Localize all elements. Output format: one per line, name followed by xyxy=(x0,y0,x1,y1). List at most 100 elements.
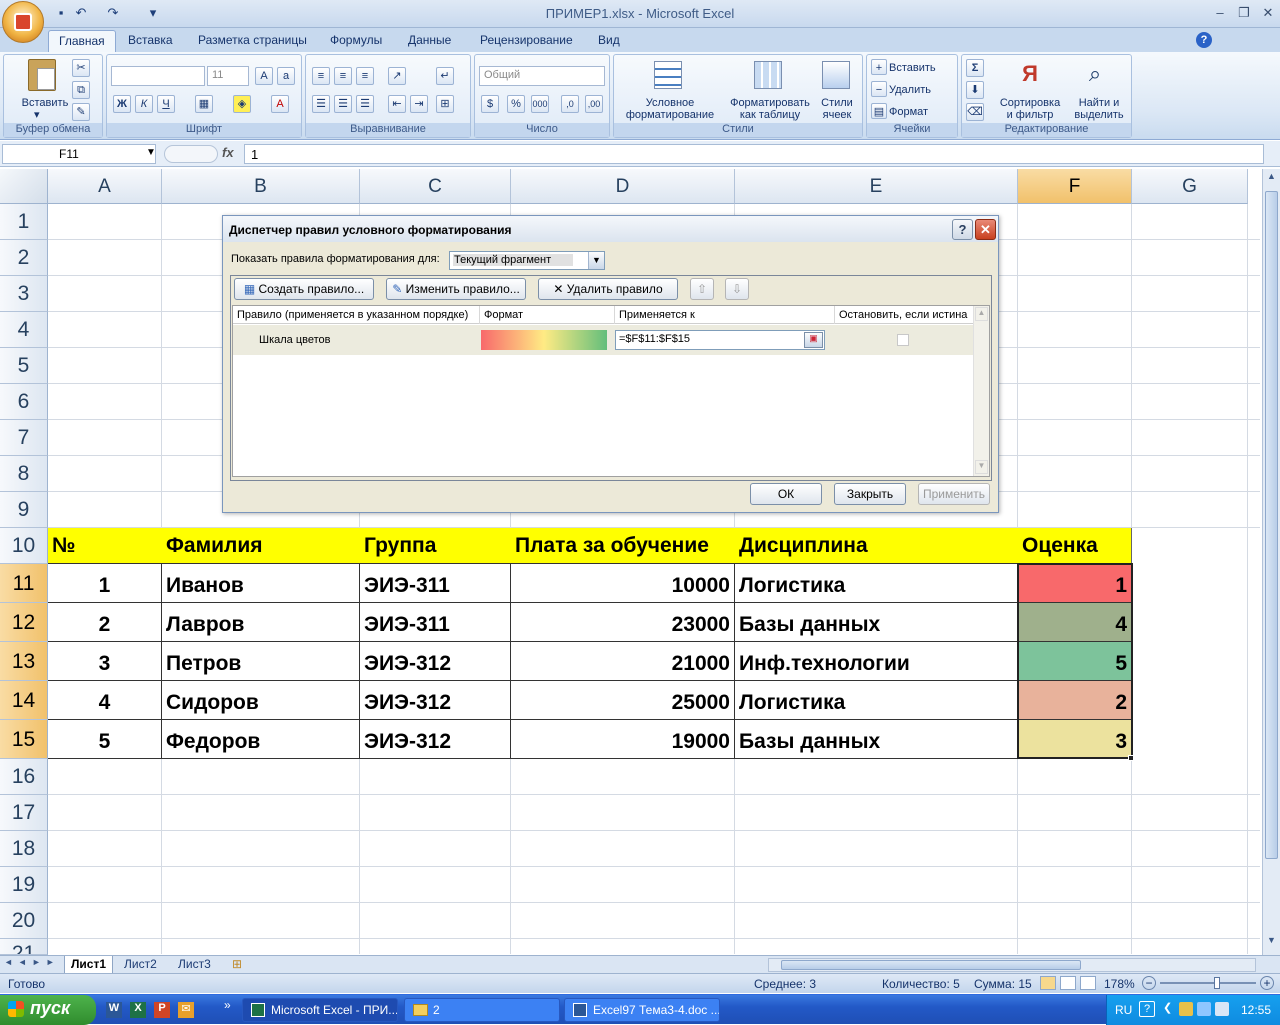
sheet-tab-2[interactable]: Лист2 xyxy=(118,956,163,974)
move-up-button[interactable]: ⇧ xyxy=(690,278,714,300)
cell-grade[interactable]: 4 xyxy=(1018,603,1132,642)
font-color-icon[interactable]: A xyxy=(271,95,289,113)
row-header-17[interactable]: 17 xyxy=(0,795,48,831)
zoom-in-icon[interactable]: + xyxy=(1260,976,1274,990)
restore-icon[interactable]: ❐ xyxy=(1234,5,1254,21)
quicklaunch-more-icon[interactable]: » xyxy=(224,998,231,1012)
row-header-21[interactable]: 21 xyxy=(0,939,48,955)
cell-number[interactable]: 4 xyxy=(48,681,162,720)
tray-app-icon-2[interactable] xyxy=(1197,1002,1211,1016)
borders-icon[interactable]: ▦ xyxy=(195,95,213,113)
cell-grade[interactable]: 2 xyxy=(1018,681,1132,720)
insert-sheet-icon[interactable]: ⊞ xyxy=(226,956,248,974)
cell-tuition[interactable]: 21000 xyxy=(511,642,735,681)
row-header-9[interactable]: 9 xyxy=(0,492,48,528)
currency-icon[interactable]: $ xyxy=(481,95,499,113)
minimize-icon[interactable]: – xyxy=(1210,5,1230,21)
header-cell-discipline[interactable]: Дисциплина xyxy=(735,528,1018,564)
sheet-tab-1[interactable]: Лист1 xyxy=(64,956,114,974)
cell-grade[interactable]: 1 xyxy=(1018,564,1132,603)
rules-scroll-up-icon[interactable]: ▲ xyxy=(975,307,988,321)
cell-tuition[interactable]: 23000 xyxy=(511,603,735,642)
move-down-button[interactable]: ⇩ xyxy=(725,278,749,300)
zoom-out-icon[interactable]: − xyxy=(1142,976,1156,990)
insert-function-icon[interactable]: fx xyxy=(222,145,234,160)
office-button[interactable] xyxy=(2,1,44,43)
increase-indent-icon[interactable]: ⇥ xyxy=(410,95,428,113)
dialog-close-icon[interactable]: ✕ xyxy=(975,219,996,240)
horizontal-scrollbar[interactable] xyxy=(768,958,1256,972)
row-header-18[interactable]: 18 xyxy=(0,831,48,867)
tab-home[interactable]: Главная xyxy=(48,30,116,52)
paste-button[interactable]: Вставить xyxy=(10,97,80,109)
rule-row[interactable]: Шкала цветов =$F$11:$F$15 ▣ xyxy=(233,325,973,355)
cell-number[interactable]: 1 xyxy=(48,564,162,603)
cell-group[interactable]: ЭИЭ-312 xyxy=(360,720,511,759)
decrease-decimal-icon[interactable]: ,00 xyxy=(585,95,603,113)
cell-number[interactable]: 5 xyxy=(48,720,162,759)
paste-icon[interactable] xyxy=(28,59,56,91)
cell-grade[interactable]: 3 xyxy=(1018,720,1132,759)
cell-number[interactable]: 3 xyxy=(48,642,162,681)
cell-tuition[interactable]: 19000 xyxy=(511,720,735,759)
zoom-slider-thumb[interactable] xyxy=(1214,977,1220,989)
cell-discipline[interactable]: Логистика xyxy=(735,564,1018,603)
percent-icon[interactable]: % xyxy=(507,95,525,113)
header-cell-grade[interactable]: Оценка xyxy=(1018,528,1132,564)
header-cell-number[interactable]: № xyxy=(48,528,162,564)
thousands-icon[interactable]: 000 xyxy=(531,95,549,113)
horizontal-scroll-thumb[interactable] xyxy=(781,960,1081,970)
cell-discipline[interactable]: Инф.технологии xyxy=(735,642,1018,681)
conditional-formatting-icon[interactable] xyxy=(654,61,682,89)
new-rule-button[interactable]: ▦ Создать правило... xyxy=(234,278,374,300)
column-header-b[interactable]: B xyxy=(162,169,360,204)
row-header-5[interactable]: 5 xyxy=(0,348,48,384)
formula-bar-handle[interactable] xyxy=(164,145,218,163)
range-picker-icon[interactable]: ▣ xyxy=(804,332,823,348)
row-header-7[interactable]: 7 xyxy=(0,420,48,456)
row-header-15[interactable]: 15 xyxy=(0,720,48,759)
cell-surname[interactable]: Сидоров xyxy=(162,681,360,720)
tab-formulas[interactable]: Формулы xyxy=(320,30,392,52)
task-folder[interactable]: 2 xyxy=(404,998,560,1022)
autosum-icon[interactable]: Σ xyxy=(966,59,984,77)
cell-discipline[interactable]: Базы данных xyxy=(735,720,1018,759)
cell-surname[interactable]: Иванов xyxy=(162,564,360,603)
row-header-20[interactable]: 20 xyxy=(0,903,48,939)
cell-grade[interactable]: 5 xyxy=(1018,642,1132,681)
scroll-up-icon[interactable]: ▲ xyxy=(1264,171,1279,187)
header-cell-surname[interactable]: Фамилия xyxy=(162,528,360,564)
font-size-combo[interactable]: 11 xyxy=(207,66,249,86)
align-center-icon[interactable]: ☰ xyxy=(334,95,352,113)
show-rules-select[interactable]: Текущий фрагмент ▼ xyxy=(449,251,605,270)
tray-app-icon-3[interactable] xyxy=(1215,1002,1229,1016)
page-break-view-icon[interactable] xyxy=(1080,976,1096,990)
wrap-text-icon[interactable]: ↵ xyxy=(436,67,454,85)
show-rules-dropdown-icon[interactable]: ▼ xyxy=(588,252,604,269)
row-header-13[interactable]: 13 xyxy=(0,642,48,681)
row-header-2[interactable]: 2 xyxy=(0,240,48,276)
align-top-icon[interactable]: ≡ xyxy=(312,67,330,85)
fill-icon[interactable]: ⬇ xyxy=(966,81,984,99)
format-painter-icon[interactable]: ✎ xyxy=(72,103,90,121)
format-cells-button[interactable]: Формат xyxy=(889,106,928,118)
rules-scrollbar[interactable]: ▲ ▼ xyxy=(973,306,989,476)
language-indicator[interactable]: RU xyxy=(1115,1003,1132,1017)
tab-view[interactable]: Вид xyxy=(588,30,630,52)
name-box[interactable]: F11 xyxy=(2,144,156,164)
column-header-a[interactable]: A xyxy=(48,169,162,204)
cut-icon[interactable]: ✂ xyxy=(72,59,90,77)
cell-tuition[interactable]: 10000 xyxy=(511,564,735,603)
vertical-scroll-thumb[interactable] xyxy=(1265,191,1278,859)
stop-if-true-checkbox[interactable] xyxy=(897,334,909,346)
column-header-d[interactable]: D xyxy=(511,169,735,204)
row-header-12[interactable]: 12 xyxy=(0,603,48,642)
number-format-combo[interactable]: Общий xyxy=(479,66,605,86)
tray-expand-icon[interactable]: ❮ xyxy=(1163,1001,1172,1014)
zoom-slider[interactable] xyxy=(1160,982,1256,984)
row-header-1[interactable]: 1 xyxy=(0,204,48,240)
language-help-icon[interactable]: ? xyxy=(1139,1001,1155,1017)
format-as-table-icon[interactable] xyxy=(754,61,782,89)
column-header-c[interactable]: C xyxy=(360,169,511,204)
insert-cells-button[interactable]: Вставить xyxy=(889,62,936,74)
